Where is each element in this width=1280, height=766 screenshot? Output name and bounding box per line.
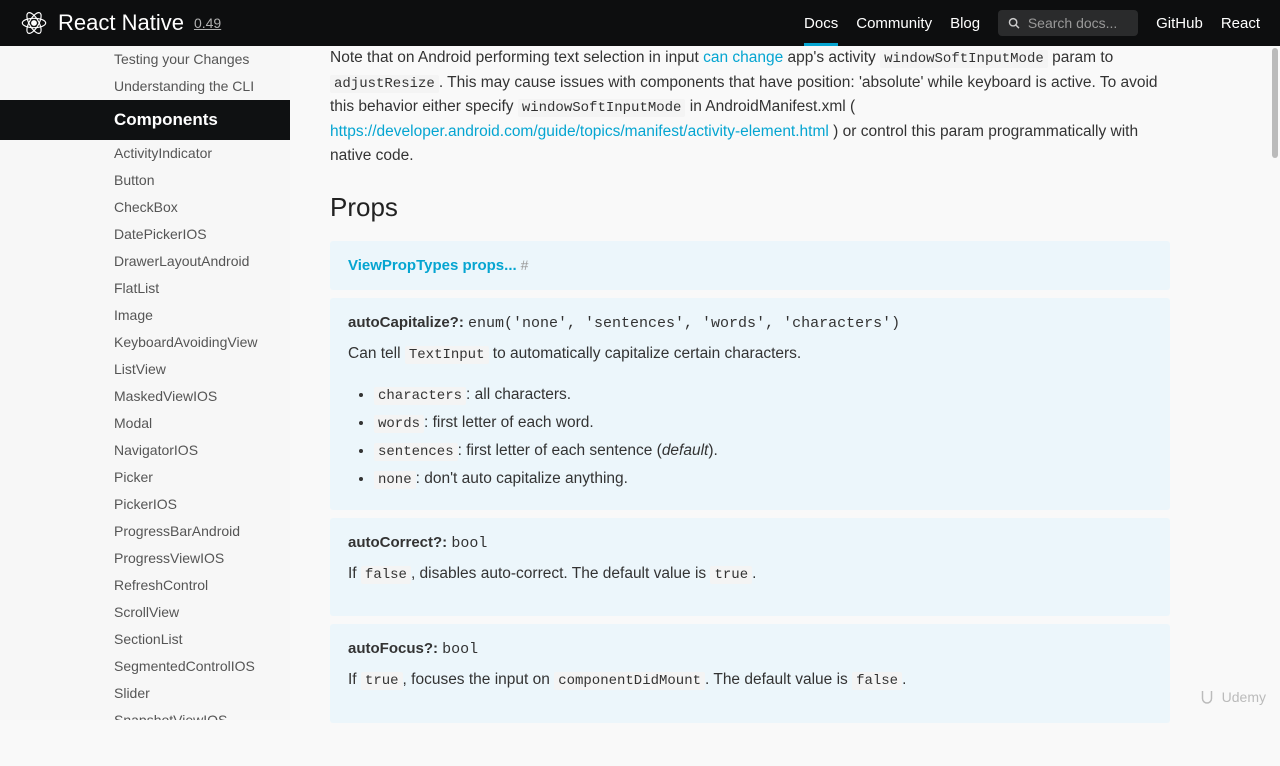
code-adjust: adjustResize <box>330 75 439 93</box>
sidebar-item[interactable]: Understanding the CLI <box>106 73 290 100</box>
brand-area[interactable]: React Native 0.49 <box>20 9 221 37</box>
sidebar-item[interactable]: MaskedViewIOS <box>106 383 290 410</box>
sidebar-item[interactable]: ProgressViewIOS <box>106 545 290 572</box>
list-item: none: don't auto capitalize anything. <box>374 465 1152 493</box>
search-input[interactable] <box>1028 15 1128 31</box>
sidebar-item[interactable]: DrawerLayoutAndroid <box>106 248 290 275</box>
sidebar-section-components[interactable]: Components <box>0 100 290 140</box>
prop-desc: If true, focuses the input on componentD… <box>348 668 1152 693</box>
brand-name: React Native <box>58 10 184 36</box>
list-item: words: first letter of each word. <box>374 409 1152 437</box>
sidebar-item[interactable]: Image <box>106 302 290 329</box>
autocorrect-block: autoCorrect?: bool If false, disables au… <box>330 518 1170 617</box>
nav-docs[interactable]: Docs <box>804 1 838 46</box>
sidebar-item[interactable]: ProgressBarAndroid <box>106 518 290 545</box>
sidebar-item[interactable]: PickerIOS <box>106 491 290 518</box>
version-link[interactable]: 0.49 <box>194 15 221 31</box>
sidebar[interactable]: Testing your Changes Understanding the C… <box>0 46 290 720</box>
android-manifest-link[interactable]: https://developer.android.com/guide/topi… <box>330 123 829 140</box>
nav-community[interactable]: Community <box>856 15 932 32</box>
viewproptypes-block: ViewPropTypes props...# <box>330 241 1170 290</box>
autofocus-block: autoFocus?: bool If true, focuses the in… <box>330 624 1170 723</box>
viewproptypes-link[interactable]: ViewPropTypes props... <box>348 257 517 274</box>
sidebar-item[interactable]: ActivityIndicator <box>106 140 290 167</box>
sidebar-item[interactable]: CheckBox <box>106 194 290 221</box>
list-item: sentences: first letter of each sentence… <box>374 437 1152 465</box>
prop-signature: autoCapitalize?: enum('none', 'sentences… <box>348 314 1152 332</box>
code-wsim2: windowSoftInputMode <box>518 99 686 117</box>
hash-icon[interactable]: # <box>521 257 529 273</box>
sidebar-item[interactable]: NavigatorIOS <box>106 437 290 464</box>
sidebar-item[interactable]: KeyboardAvoidingView <box>106 329 290 356</box>
nav-react[interactable]: React <box>1221 15 1260 32</box>
udemy-watermark: Udemy <box>1198 688 1266 706</box>
top-header: React Native 0.49 Docs Community Blog Gi… <box>0 0 1280 46</box>
udemy-logo-icon <box>1198 688 1216 706</box>
react-logo-icon <box>20 9 48 37</box>
prop-signature: autoCorrect?: bool <box>348 534 1152 552</box>
sidebar-item[interactable]: ListView <box>106 356 290 383</box>
sidebar-item[interactable]: Testing your Changes <box>106 46 290 73</box>
prop-desc: Can tell TextInput to automatically capi… <box>348 342 1152 367</box>
sidebar-item[interactable]: Picker <box>106 464 290 491</box>
content-area: Note that on Android performing text sel… <box>290 46 1210 766</box>
prop-signature: autoFocus?: bool <box>348 640 1152 658</box>
sidebar-item[interactable]: SegmentedControlIOS <box>106 653 290 680</box>
scrollbar-thumb[interactable] <box>1272 48 1278 158</box>
sidebar-item[interactable]: Slider <box>106 680 290 707</box>
sidebar-item[interactable]: Modal <box>106 410 290 437</box>
autocapitalize-block: autoCapitalize?: enum('none', 'sentences… <box>330 298 1170 509</box>
sidebar-item[interactable]: Button <box>106 167 290 194</box>
search-box[interactable] <box>998 10 1138 36</box>
list-item: characters: all characters. <box>374 381 1152 409</box>
props-heading: Props <box>330 192 1170 223</box>
sidebar-item[interactable]: ScrollView <box>106 599 290 626</box>
sidebar-item[interactable]: SectionList <box>106 626 290 653</box>
search-icon <box>1008 16 1020 30</box>
sidebar-item[interactable]: RefreshControl <box>106 572 290 599</box>
sidebar-item[interactable]: FlatList <box>106 275 290 302</box>
sidebar-item[interactable]: SnapshotViewIOS <box>106 707 290 720</box>
autocap-list: characters: all characters. words: first… <box>374 381 1152 494</box>
code-wsim: windowSoftInputMode <box>880 50 1048 68</box>
intro-paragraph: Note that on Android performing text sel… <box>330 46 1170 168</box>
nav-github[interactable]: GitHub <box>1156 15 1203 32</box>
can-change-link[interactable]: can change <box>703 49 783 66</box>
nav-blog[interactable]: Blog <box>950 15 980 32</box>
sidebar-item[interactable]: DatePickerIOS <box>106 221 290 248</box>
nav-bar: Docs Community Blog GitHub React <box>804 1 1260 46</box>
prop-desc: If false, disables auto-correct. The def… <box>348 562 1152 587</box>
